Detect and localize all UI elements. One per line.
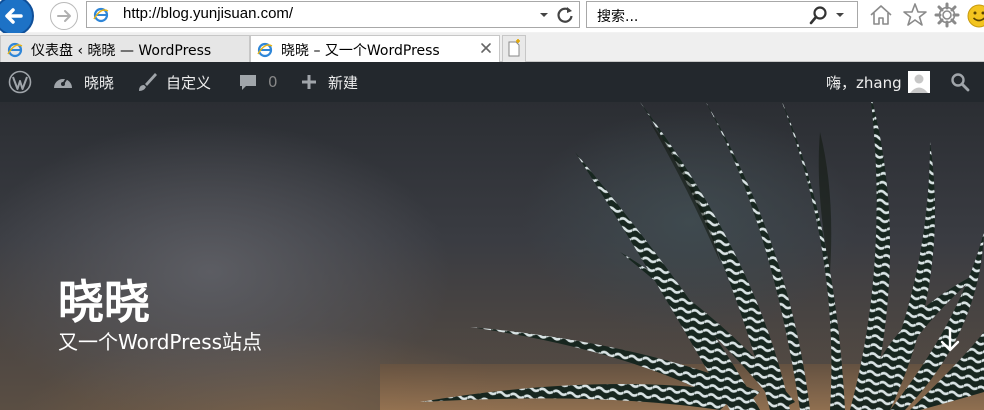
new-tab-icon bbox=[508, 39, 520, 57]
wordpress-logo-icon bbox=[8, 70, 32, 94]
address-url[interactable]: http://blog.yunjisuan.com/ bbox=[123, 5, 293, 22]
search-input[interactable]: 搜索... bbox=[597, 6, 638, 26]
arrow-left-icon bbox=[5, 8, 23, 24]
tab-bar: 仪表盘 ‹ 晓晓 — WordPress 晓晓 – 又一个WordPress bbox=[0, 33, 984, 63]
tab-label: 晓晓 – 又一个WordPress bbox=[281, 43, 440, 59]
forward-button[interactable] bbox=[50, 2, 78, 30]
comment-bubble-icon bbox=[240, 75, 256, 90]
new-label: 新建 bbox=[328, 73, 359, 92]
chevron-down-icon[interactable] bbox=[835, 10, 845, 20]
comments-count: 0 bbox=[268, 73, 278, 91]
home-icon[interactable] bbox=[868, 3, 894, 27]
gear-icon[interactable] bbox=[934, 2, 960, 28]
chevron-down-icon[interactable] bbox=[539, 9, 549, 21]
ie-page-icon bbox=[257, 42, 273, 58]
arrow-right-icon bbox=[57, 10, 71, 22]
new-content-menu[interactable]: 新建 bbox=[300, 62, 358, 102]
tab-dashboard[interactable]: 仪表盘 ‹ 晓晓 — WordPress bbox=[0, 35, 250, 62]
site-description: 又一个WordPress站点 bbox=[58, 330, 263, 354]
ie-page-icon bbox=[93, 7, 109, 23]
custom-header-image: 晓晓 又一个WordPress站点 bbox=[0, 102, 984, 410]
search-icon bbox=[951, 73, 970, 92]
adminbar-search[interactable] bbox=[950, 62, 970, 102]
wp-admin-bar: 晓晓 自定义 0 新建 嗨，zhang bbox=[0, 62, 984, 102]
ie-page-icon bbox=[7, 42, 23, 58]
refresh-icon[interactable] bbox=[555, 5, 575, 25]
smiley-icon[interactable] bbox=[966, 3, 984, 29]
site-title[interactable]: 晓晓 bbox=[58, 266, 150, 332]
wp-logo-menu[interactable] bbox=[8, 62, 32, 102]
browser-chrome: http://blog.yunjisuan.com/ 搜索... 仪表盘 ‹ 晓… bbox=[0, 0, 984, 63]
tab-label: 仪表盘 ‹ 晓晓 — WordPress bbox=[31, 43, 212, 59]
paintbrush-icon bbox=[139, 73, 157, 91]
star-icon[interactable] bbox=[902, 2, 928, 28]
navigation-bar: http://blog.yunjisuan.com/ 搜索... bbox=[0, 0, 984, 36]
customize-menu[interactable]: 自定义 bbox=[136, 62, 211, 102]
back-button[interactable] bbox=[0, 0, 34, 36]
dashboard-gauge-icon bbox=[54, 77, 72, 88]
arrow-down-icon[interactable] bbox=[938, 326, 962, 354]
my-account-menu[interactable]: 嗨，zhang bbox=[826, 62, 930, 102]
browser-search-box[interactable]: 搜索... bbox=[586, 1, 858, 28]
plus-icon bbox=[302, 75, 316, 89]
customize-label: 自定义 bbox=[166, 73, 212, 92]
address-bar[interactable]: http://blog.yunjisuan.com/ bbox=[86, 1, 580, 28]
new-tab-button[interactable] bbox=[502, 35, 526, 62]
avatar-icon bbox=[907, 71, 930, 93]
search-icon[interactable] bbox=[809, 5, 829, 25]
account-greeting: 嗨，zhang bbox=[826, 73, 902, 92]
site-name-menu[interactable]: 晓晓 bbox=[52, 62, 114, 102]
comments-menu[interactable]: 0 bbox=[238, 62, 278, 102]
succulent-plant-image bbox=[380, 102, 984, 410]
tab-site[interactable]: 晓晓 – 又一个WordPress bbox=[250, 35, 500, 63]
site-name-label: 晓晓 bbox=[84, 73, 115, 92]
close-icon[interactable] bbox=[479, 41, 493, 55]
